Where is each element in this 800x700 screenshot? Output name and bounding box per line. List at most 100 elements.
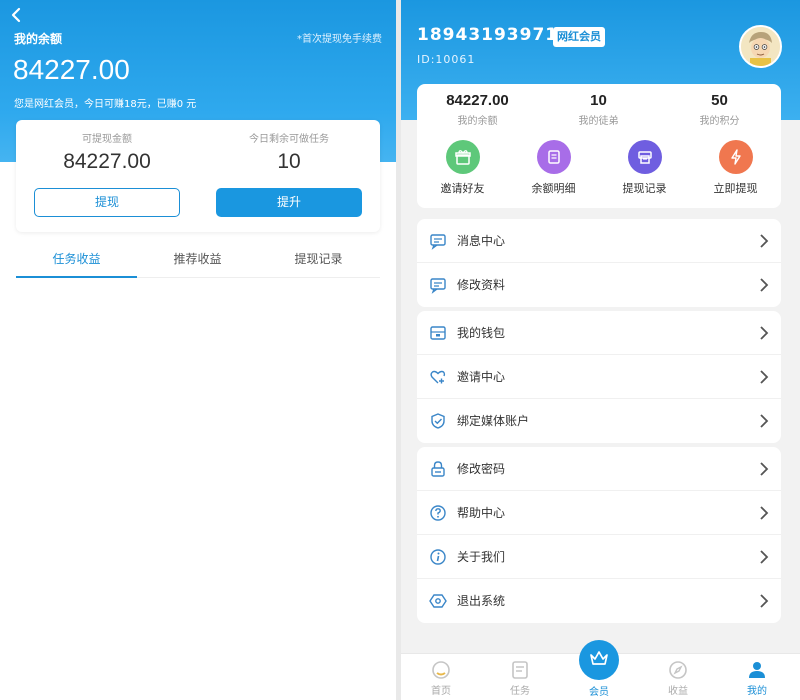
nav-member-label: 会员 [589,687,609,698]
menu-item-edit-profile[interactable]: 修改资料 [417,263,781,307]
user-icon [747,660,767,680]
chevron-right-icon [759,593,769,609]
tasks-left-label: 今日剩余可做任务 [249,134,329,145]
stats-card: 84227.00 我的余额 10 我的徒弟 50 我的积分 邀请好友 余额明细 … [417,84,781,208]
menu-item-message-center[interactable]: 消息中心 [417,219,781,263]
nav-tasks-label: 任务 [510,686,530,697]
edit-profile-icon [429,276,447,294]
withdraw-now-label: 立即提现 [713,182,758,195]
message-icon [429,232,447,250]
withdraw-now-button[interactable]: 立即提现 [690,140,781,196]
withdraw-records-button[interactable]: 提现记录 [599,140,690,196]
info-icon [429,548,447,566]
nav-tasks[interactable]: 任务 [480,654,560,700]
chevron-right-icon [759,233,769,249]
nav-mine[interactable]: 我的 [717,654,797,700]
chevron-right-icon [759,549,769,565]
menu-label-logout: 退出系统 [457,594,506,608]
nav-earnings[interactable]: 收益 [638,654,718,700]
chevron-right-icon [759,505,769,521]
withdrawable-value: 84227.00 [63,150,151,173]
hexagon-logout-icon [429,592,447,610]
crown-basket-icon [588,647,610,673]
tasks-left-block: 今日剩余可做任务 10 [198,130,380,174]
wallet-icon [429,324,447,342]
stat-apprentices-value: 10 [590,92,607,109]
phone-number: 18943193971 [417,25,559,45]
heart-plus-icon [429,368,447,386]
stat-points-value: 50 [711,92,728,109]
balance-details-button[interactable]: 余额明细 [508,140,599,196]
app-root: 我的余额 *首次提现免手续费 84227.00 您是网红会员，今日可赚18元，已… [0,0,800,700]
gift-icon [445,140,480,174]
nav-earnings-label: 收益 [668,686,688,697]
shield-check-icon [429,412,447,430]
menu-label-invite-center: 邀请中心 [457,370,506,384]
nav-home[interactable]: 首页 [401,654,481,700]
menu-label-edit-profile: 修改资料 [457,278,506,292]
withdrawable-label: 可提现金额 [82,134,132,145]
tasks-left-value: 10 [277,150,301,173]
stat-balance[interactable]: 84227.00 我的余额 [417,92,538,127]
home-icon [431,660,451,680]
stat-apprentices-label: 我的徒弟 [578,116,619,127]
task-list-icon [510,660,530,680]
help-icon [429,504,447,522]
menu-item-invite-center[interactable]: 邀请中心 [417,355,781,399]
menu-item-my-wallet[interactable]: 我的钱包 [417,311,781,355]
chevron-right-icon [759,369,769,385]
nav-home-label: 首页 [431,686,451,697]
upgrade-button[interactable]: 提升 [216,188,362,217]
lock-icon [429,460,447,478]
menu-label-help-center: 帮助中心 [457,506,506,520]
withdraw-card: 可提现金额 84227.00 今日剩余可做任务 10 提现 提升 [16,120,380,232]
menu-group-settings: 修改密码 帮助中心 关于我们 退出系统 [417,447,781,623]
compass-icon [668,660,688,680]
menu-item-bind-media-account[interactable]: 绑定媒体账户 [417,399,781,443]
my-balance-label: 我的余额 [14,32,63,46]
menu-item-about-us[interactable]: 关于我们 [417,535,781,579]
menu-label-message-center: 消息中心 [457,234,506,248]
stat-points-label: 我的积分 [699,116,740,127]
stat-points[interactable]: 50 我的积分 [659,92,780,127]
nav-member-button[interactable] [579,640,619,680]
stat-apprentices[interactable]: 10 我的徒弟 [538,92,659,127]
tab-withdraw-records[interactable]: 提现记录 [258,240,379,278]
menu-label-bind-media-account: 绑定媒体账户 [457,414,530,428]
member-page: 18943193971 网红会员 ID:10061 84227.00 我的余额 [401,0,800,700]
nav-mine-label: 我的 [747,686,767,697]
tab-task-earnings[interactable]: 任务收益 [16,240,137,278]
withdraw-button[interactable]: 提现 [34,188,180,217]
document-icon [536,140,571,174]
menu-label-change-password: 修改密码 [457,462,506,476]
member-earning-note: 您是网红会员，今日可赚18元，已赚0 元 [14,99,197,110]
stat-balance-label: 我的余额 [457,116,498,127]
earnings-tabs: 任务收益 推荐收益 提现记录 [16,240,380,278]
withdraw-records-label: 提现记录 [622,182,667,195]
balance-amount: 84227.00 [13,54,130,85]
menu-label-about-us: 关于我们 [457,550,506,564]
menu-group-wallet: 我的钱包 邀请中心 绑定媒体账户 [417,311,781,443]
menu-item-change-password[interactable]: 修改密码 [417,447,781,491]
menu-item-help-center[interactable]: 帮助中心 [417,491,781,535]
menu-label-my-wallet: 我的钱包 [457,326,506,340]
stat-balance-value: 84227.00 [446,92,509,109]
user-id: ID:10061 [417,53,476,66]
invite-friends-button[interactable]: 邀请好友 [417,140,508,196]
chevron-right-icon [759,325,769,341]
first-withdraw-note: *首次提现免手续费 [297,34,382,45]
menu-group-messages: 消息中心 修改资料 [417,219,781,307]
invite-friends-label: 邀请好友 [440,182,485,195]
lightning-icon [718,140,753,174]
member-badge: 网红会员 [553,27,605,47]
withdrawable-block: 可提现金额 84227.00 [16,130,198,174]
back-arrow-icon[interactable] [8,6,26,24]
chevron-right-icon [759,413,769,429]
avatar[interactable] [739,25,782,68]
printer-icon [627,140,662,174]
balance-page: 我的余额 *首次提现免手续费 84227.00 您是网红会员，今日可赚18元，已… [0,0,396,700]
menu-item-logout[interactable]: 退出系统 [417,579,781,623]
chevron-right-icon [759,461,769,477]
balance-details-label: 余额明细 [531,182,576,195]
tab-referral-earnings[interactable]: 推荐收益 [137,240,258,278]
